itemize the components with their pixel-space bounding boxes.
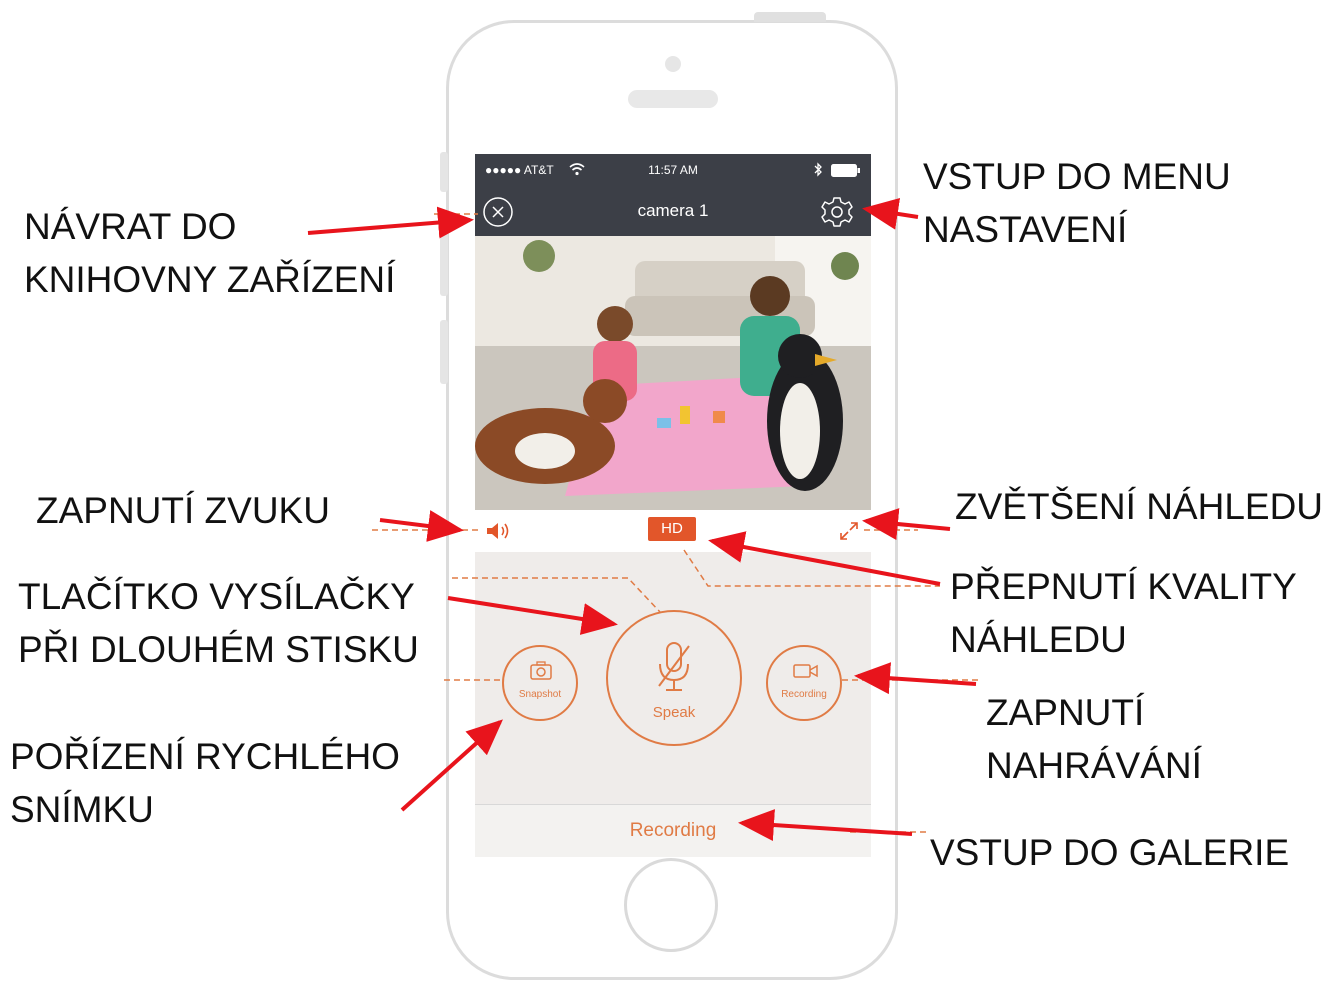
leader-speak [452, 577, 661, 613]
leader-quality [683, 549, 940, 587]
annotation-arrows [307, 198, 980, 842]
arrow-snapshot [400, 719, 503, 812]
arrow-settings [862, 198, 919, 230]
arrow-quality [708, 531, 941, 586]
arrow-back [307, 206, 474, 239]
arrow-gallery [738, 809, 913, 842]
arrow-talk [447, 596, 618, 635]
arrow-sound [379, 510, 464, 542]
arrow-expand [862, 508, 951, 540]
